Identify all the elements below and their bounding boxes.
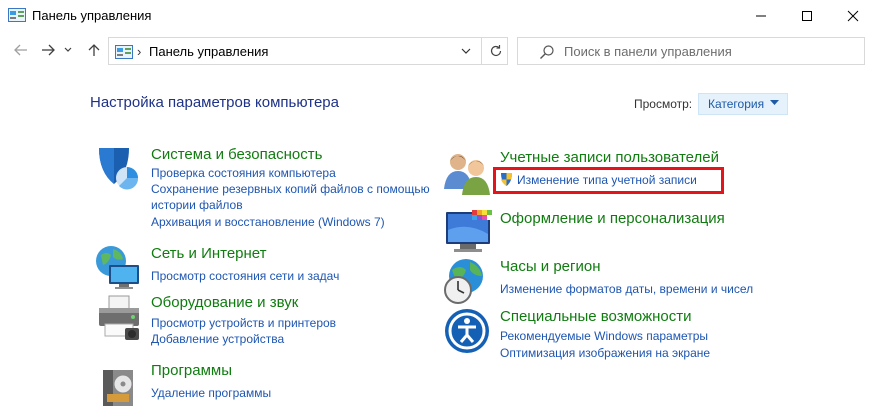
category-title[interactable]: Система и безопасность [151, 146, 322, 163]
category-title[interactable]: Часы и регион [500, 258, 601, 275]
chevron-down-icon [461, 48, 471, 54]
link-add-device[interactable]: Добавление устройства [151, 331, 284, 347]
link-optimize-visual-display[interactable]: Оптимизация изображения на экране [500, 345, 710, 361]
arrow-left-icon [14, 44, 27, 56]
category-title[interactable]: Оформление и персонализация [500, 210, 725, 227]
window-title: Панель управления [32, 8, 152, 23]
arrow-up-icon [88, 44, 100, 56]
link-network-status[interactable]: Просмотр состояния сети и задач [151, 268, 339, 284]
arrow-right-icon [42, 44, 55, 56]
minimize-icon [756, 15, 766, 17]
page-title: Настройка параметров компьютера [90, 94, 339, 111]
breadcrumb[interactable]: Панель управления [149, 44, 268, 59]
shield-pie-icon [99, 148, 139, 190]
view-by-dropdown[interactable]: Категория [698, 93, 788, 115]
control-panel-icon [8, 8, 26, 22]
control-panel-icon [115, 45, 133, 59]
forward-button[interactable] [37, 38, 59, 62]
view-by-value: Категория [708, 97, 765, 111]
category-title[interactable]: Оборудование и звук [151, 294, 298, 311]
search-input[interactable] [564, 42, 854, 60]
search-icon [540, 45, 554, 59]
maximize-button[interactable] [784, 0, 830, 32]
title-bar: Панель управления [0, 0, 876, 32]
refresh-icon [490, 45, 501, 57]
minimize-button[interactable] [738, 0, 784, 32]
up-button[interactable] [83, 38, 105, 62]
category-title[interactable]: Программы [151, 362, 232, 379]
recent-locations-button[interactable] [61, 38, 75, 62]
link-check-computer-status[interactable]: Проверка состояния компьютера [151, 165, 336, 181]
refresh-button[interactable] [481, 38, 509, 64]
link-change-date-time-formats[interactable]: Изменение форматов даты, времени и чисел [500, 281, 753, 297]
printer-icon [99, 295, 139, 340]
link-backup-file-history[interactable]: Сохранение резервных копий файлов с помо… [151, 181, 430, 197]
programs-disc-box-icon [103, 370, 133, 406]
users-icon [444, 154, 490, 195]
globe-clock-icon [444, 259, 483, 304]
back-button[interactable] [10, 38, 32, 62]
view-label: Просмотр: [634, 97, 693, 111]
link-backup-restore[interactable]: Архивация и восстановление (Windows 7) [151, 214, 385, 230]
search-box[interactable] [517, 37, 865, 65]
link-devices-printers[interactable]: Просмотр устройств и принтеров [151, 315, 336, 331]
address-bar[interactable]: › Панель управления [108, 37, 508, 65]
close-button[interactable] [830, 0, 876, 32]
category-title[interactable]: Специальные возможности [500, 308, 692, 325]
ease-of-access-icon [445, 309, 489, 353]
link-uninstall-program[interactable]: Удаление программы [151, 385, 271, 401]
link-recommended-windows-settings[interactable]: Рекомендуемые Windows параметры [500, 328, 708, 344]
highlight-annotation [493, 167, 724, 194]
caret-down-icon [770, 100, 779, 105]
chevron-down-icon [64, 47, 72, 52]
category-title[interactable]: Учетные записи пользователей [500, 149, 719, 166]
monitor-color-palette-icon [446, 210, 492, 252]
maximize-icon [802, 11, 812, 21]
category-title[interactable]: Сеть и Интернет [151, 245, 267, 262]
globe-network-icon [96, 246, 139, 289]
address-dropdown-button[interactable] [457, 42, 475, 60]
breadcrumb-separator-icon: › [137, 44, 142, 59]
close-icon [847, 10, 859, 22]
link-backup-file-history-line2[interactable]: истории файлов [151, 197, 243, 213]
